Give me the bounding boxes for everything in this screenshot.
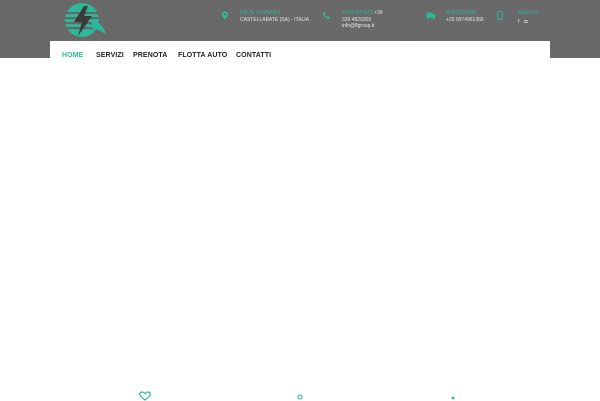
phone-icon xyxy=(323,11,330,19)
truck-icon xyxy=(426,12,436,20)
mobile-icon xyxy=(497,11,503,20)
phone-label: CONTATTACI xyxy=(342,10,373,16)
social-info: SEGUICI f ◘ xyxy=(518,10,539,25)
nav-item-home[interactable]: HOME xyxy=(62,52,83,59)
shipping-value[interactable]: +39 0974961366 xyxy=(446,17,484,24)
facebook-icon[interactable]: f xyxy=(518,19,519,26)
nav-item-servizi[interactable]: SERVIZI xyxy=(96,52,124,59)
location-pin-icon xyxy=(222,11,228,20)
main-navigation: HOME SERVIZI PRENOTA FLOTTA AUTO CONTATT… xyxy=(50,41,550,71)
address-info: VIE N. TOSSANO CASTELLABATE (SA) - ITALI… xyxy=(240,10,309,23)
company-logo[interactable] xyxy=(62,2,108,40)
instagram-icon[interactable]: ◘ xyxy=(524,19,527,26)
social-label: SEGUICI xyxy=(518,10,539,16)
nav-item-flotta-auto[interactable]: FLOTTA AUTO xyxy=(178,52,227,59)
email-value[interactable]: info@lfgroup.it xyxy=(342,23,390,30)
shipping-info: SPEDIZIONE +39 0974961366 xyxy=(446,10,484,23)
phone-info: CONTATTACI +39 339 4820303 info@lfgroup.… xyxy=(342,10,390,30)
nav-item-contatti[interactable]: CONTATTI xyxy=(236,52,271,59)
address-value: CASTELLABATE (SA) - ITALIA xyxy=(240,16,309,23)
nav-item-prenota[interactable]: PRENOTA xyxy=(133,52,167,59)
